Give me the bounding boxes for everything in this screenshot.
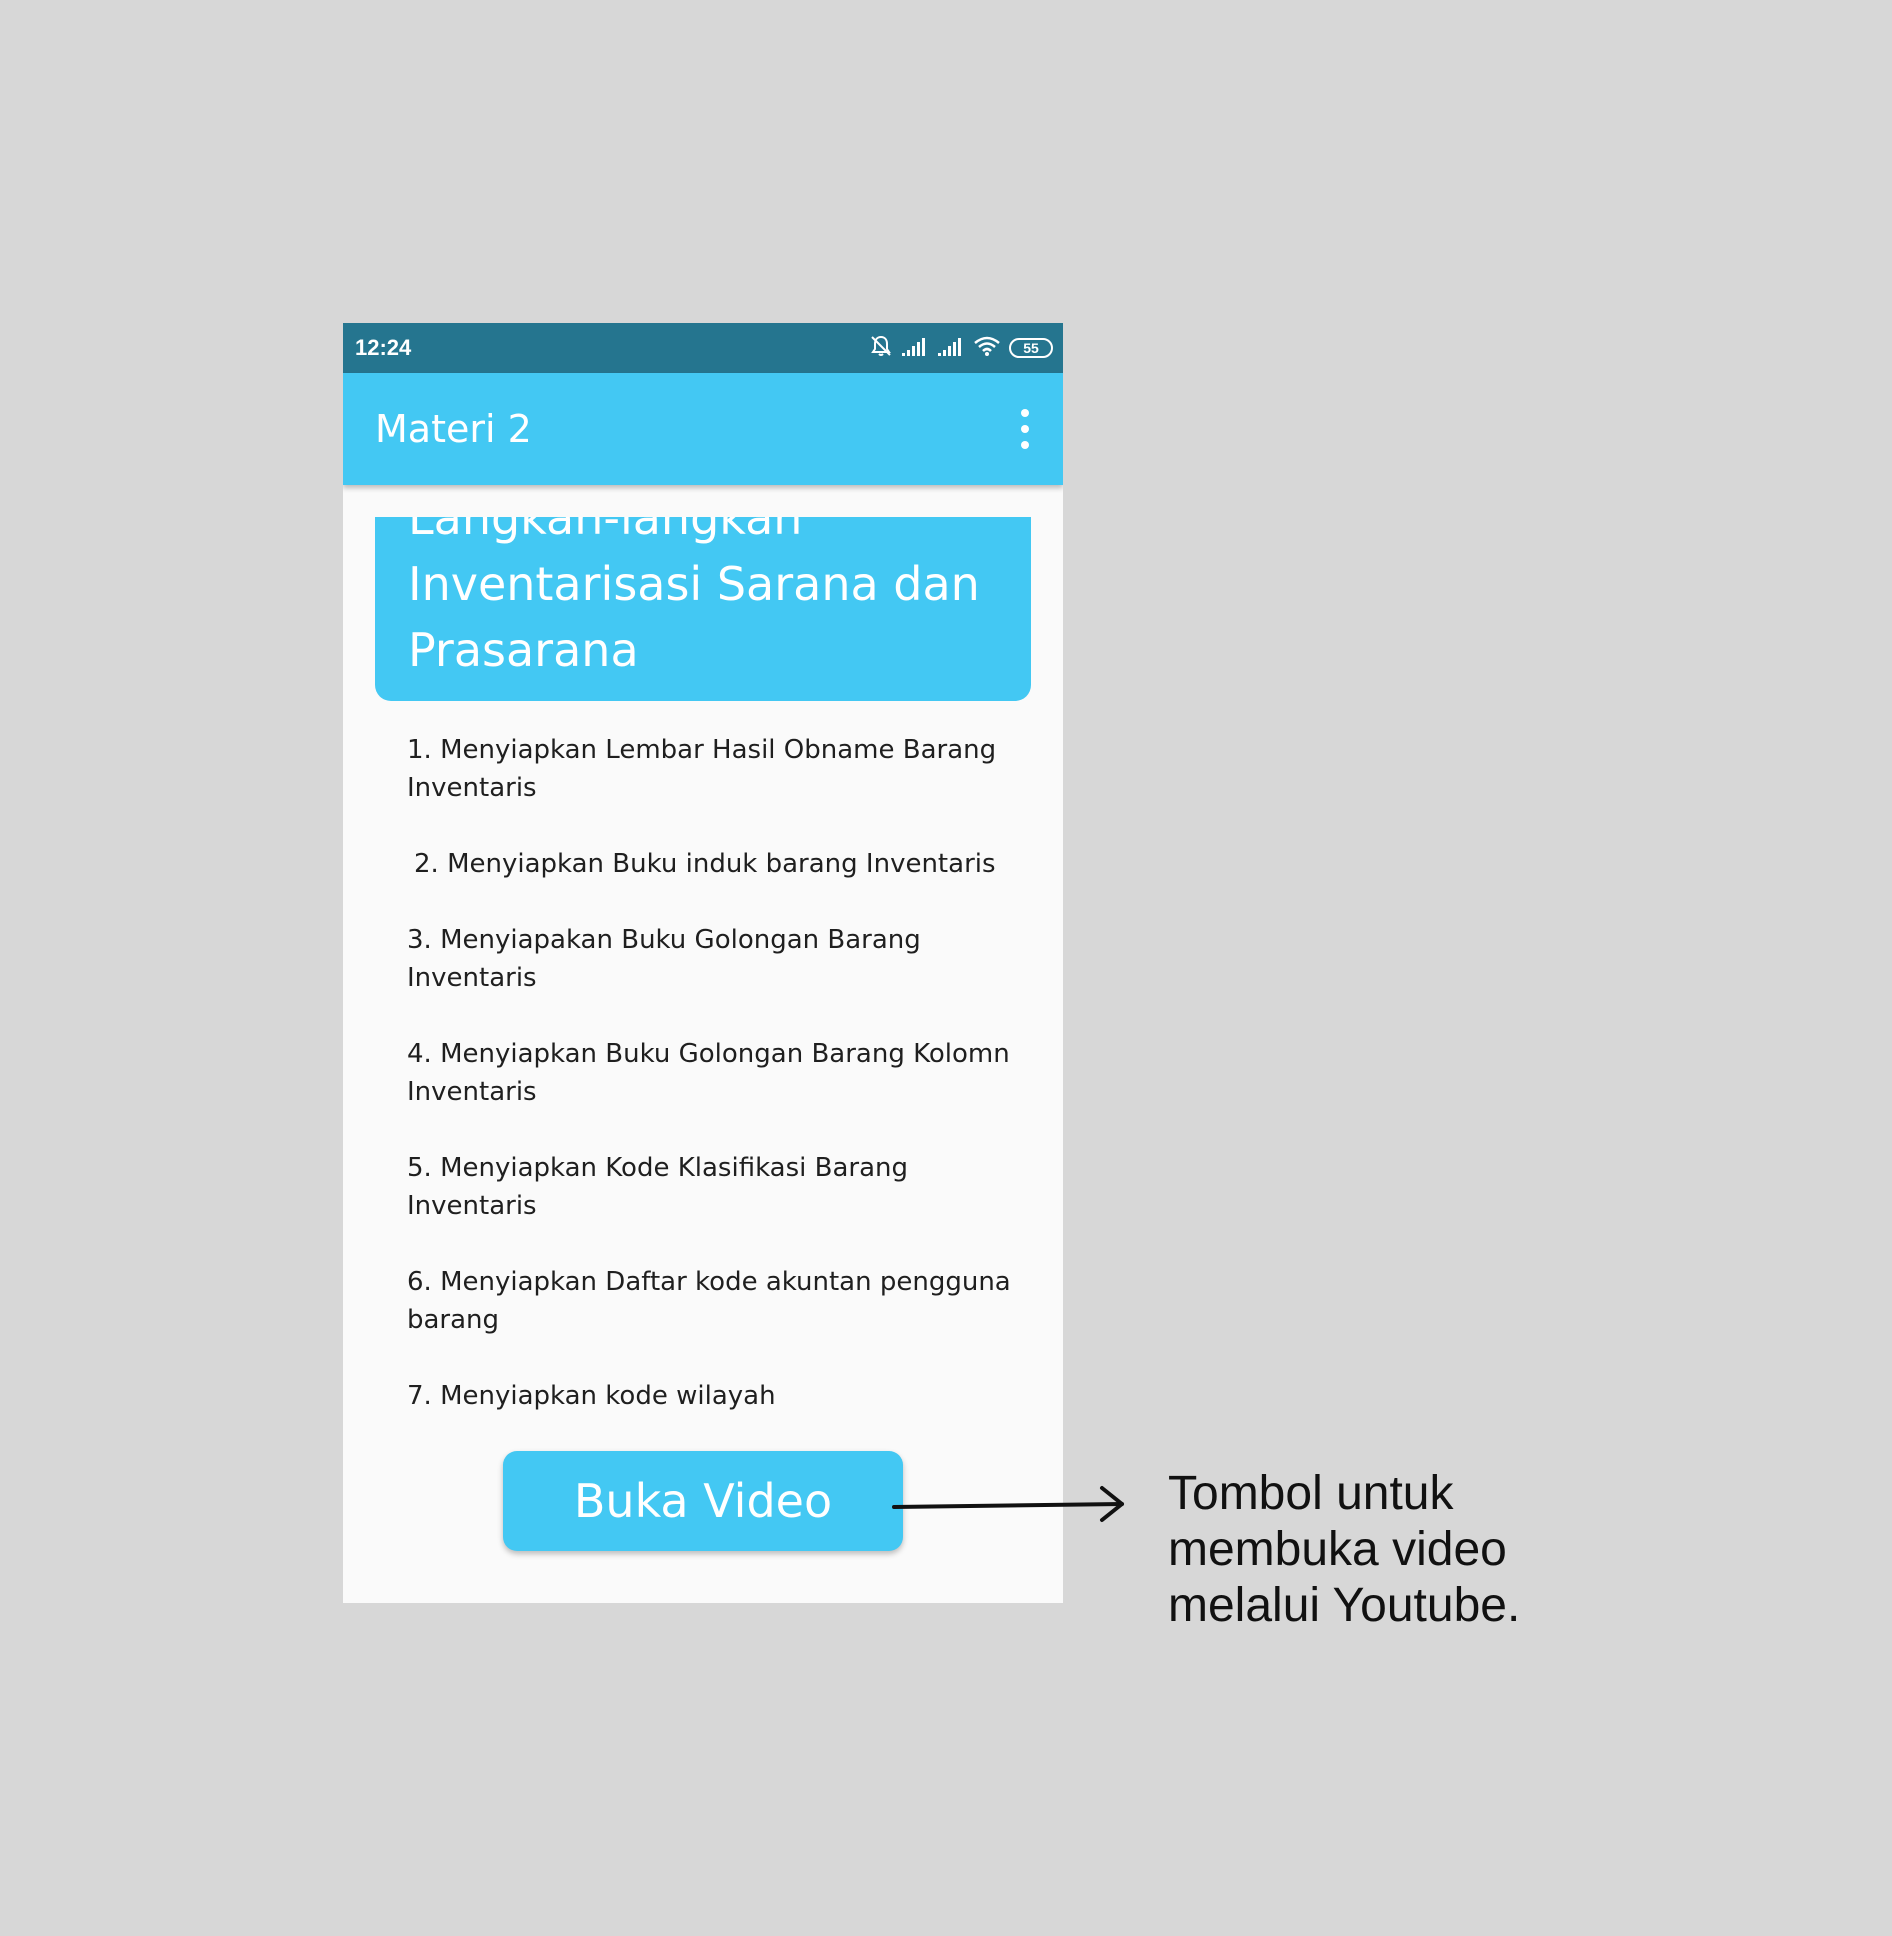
annotation-arrow — [892, 1486, 1124, 1522]
heading-partial-line: Langkah-langkah — [408, 517, 803, 545]
annotation-text: Tombol untuk membuka video melalui Youtu… — [1168, 1467, 1521, 1632]
list-item: 1. Menyiapkan Lembar Hasil Obname Barang… — [407, 735, 997, 803]
signal-icon — [937, 335, 965, 362]
battery-icon: 55 — [1009, 338, 1053, 358]
open-video-button[interactable]: Buka Video — [503, 1451, 903, 1551]
app-bar: Materi 2 — [343, 373, 1063, 485]
list-item: 5. Menyiapkan Kode Klasifikasi Barang In… — [407, 1153, 909, 1221]
signal-icon — [901, 335, 929, 362]
status-time: 12:24 — [355, 335, 412, 360]
status-icons: 55 — [869, 335, 1053, 361]
list-item: 3. Menyiapakan Buku Golongan Barang Inve… — [407, 925, 921, 993]
list-item: 4. Menyiapkan Buku Golongan Barang Kolom… — [407, 1039, 1010, 1107]
list-item: 6. Menyiapkan Daftar kode akuntan penggu… — [407, 1267, 1011, 1335]
more-vert-icon[interactable] — [1017, 409, 1033, 449]
list-item: 7. Menyiapkan kode wilayah — [407, 1381, 776, 1411]
heading-title: Inventarisasi Sarana dan Prasarana — [408, 557, 980, 677]
phone-screen: 12:24 55 Materi 2 Langkah-langkah Invent… — [343, 323, 1063, 1603]
status-bar: 12:24 55 — [343, 323, 1063, 373]
steps-list: 1. Menyiapkan Lembar Hasil Obname Barang… — [407, 731, 1027, 1453]
list-item: 2. Menyiapkan Buku induk barang Inventar… — [414, 849, 996, 879]
app-title: Materi 2 — [375, 407, 532, 451]
material-header-card: Langkah-langkah Inventarisasi Sarana dan… — [375, 517, 1031, 701]
wifi-icon — [973, 335, 1001, 362]
material-heading: Langkah-langkah Inventarisasi Sarana dan… — [408, 517, 1008, 683]
bell-off-icon — [869, 334, 893, 363]
